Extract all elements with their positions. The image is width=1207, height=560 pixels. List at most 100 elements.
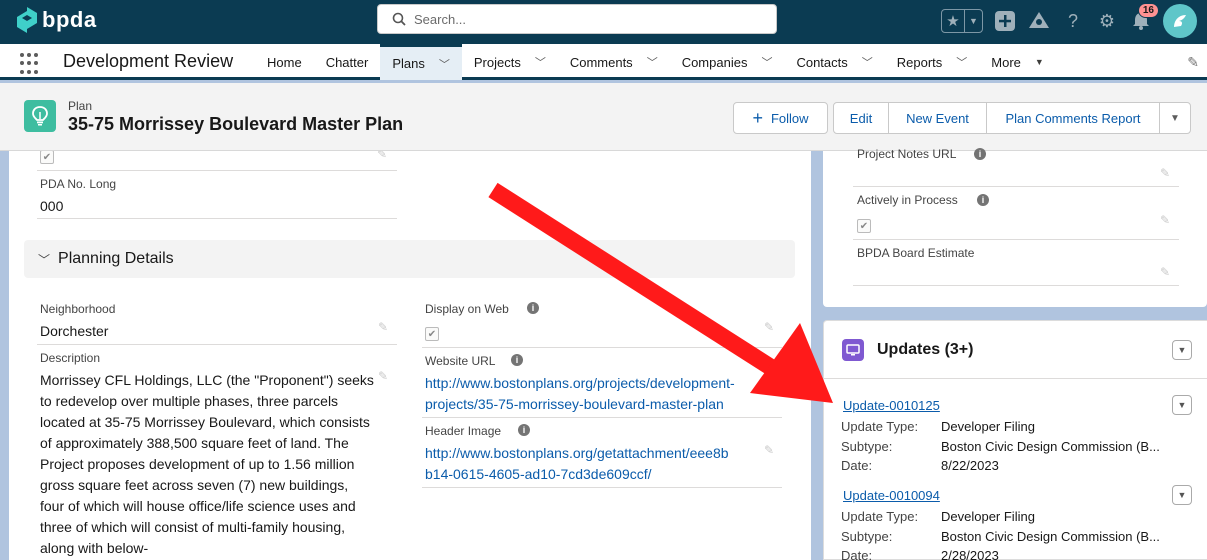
description-label: Description — [40, 351, 101, 365]
pencil-icon[interactable]: ✎ — [378, 320, 388, 334]
chevron-down-icon[interactable]: ﹀ — [761, 54, 772, 70]
date-value: 8/22/2023 — [941, 458, 999, 473]
nav-tab-plans[interactable]: Plans ﹀ — [380, 44, 462, 80]
update-row-menu-caret-icon[interactable]: ▼ — [1172, 395, 1192, 415]
add-icon[interactable] — [993, 9, 1017, 33]
nav-tab-projects[interactable]: Projects ﹀ — [462, 44, 558, 80]
nav-tab-label: Chatter — [325, 54, 369, 70]
section-title: Planning Details — [58, 250, 174, 267]
header-utility-icons: ★ ▼ ? ⚙ 16 — [941, 3, 1197, 38]
divider — [37, 218, 397, 219]
updates-title[interactable]: Updates (3+) — [877, 341, 973, 359]
more-actions-caret-icon[interactable]: ▼ — [1159, 102, 1191, 134]
info-icon[interactable]: i — [511, 354, 523, 366]
info-icon[interactable]: i — [977, 194, 989, 206]
favorites-caret-icon[interactable]: ▼ — [965, 10, 982, 32]
info-icon[interactable]: i — [527, 302, 539, 314]
project-notes-url-label: Project Notes URL — [857, 147, 957, 161]
date-label: Date: — [841, 548, 873, 560]
chevron-down-icon[interactable]: ﹀ — [535, 54, 546, 70]
user-avatar-icon[interactable] — [1163, 4, 1197, 38]
header-image-label: Header Image — [425, 424, 502, 438]
nav-tab-contacts[interactable]: Contacts ﹀ — [784, 44, 884, 80]
neighborhood-value: Dorchester — [40, 323, 109, 339]
plus-icon: + — [752, 107, 763, 128]
nav-tab-label: Projects — [473, 54, 521, 70]
updates-menu-caret-icon[interactable]: ▼ — [1172, 340, 1192, 360]
caret-down-icon: ▼ — [1034, 57, 1044, 67]
pda-no-long-label: PDA No. Long — [40, 177, 117, 191]
global-header: bpda ★ ▼ ? ⚙ 16 — [0, 0, 1207, 44]
help-icon[interactable]: ? — [1061, 9, 1085, 33]
bpda-logo[interactable]: bpda — [16, 6, 97, 34]
new-event-button[interactable]: New Event — [888, 102, 987, 134]
actively-in-process-checkbox: ✔ — [857, 219, 871, 233]
website-url-label: Website URL — [425, 354, 496, 368]
app-launcher-icon[interactable] — [20, 53, 42, 75]
nav-tab-more[interactable]: More ▼ — [979, 44, 1056, 80]
notifications-bell-icon[interactable]: 16 — [1129, 3, 1159, 33]
checkbox-top: ✔ — [40, 151, 54, 164]
record-title: 35-75 Morrissey Boulevard Master Plan — [68, 114, 404, 134]
planning-details-section-header[interactable]: ﹀ Planning Details — [24, 240, 795, 278]
nav-tab-home[interactable]: Home — [255, 44, 314, 80]
nav-tab-label: More — [991, 54, 1021, 70]
search-icon — [392, 12, 406, 26]
update-link[interactable]: Update-0010125 — [843, 398, 940, 413]
nav-tab-chatter[interactable]: Chatter — [314, 44, 381, 80]
update-type-label: Update Type: — [841, 419, 919, 434]
divider — [853, 239, 1179, 240]
plan-record-icon — [24, 100, 56, 132]
subtype-value: Boston Civic Design Commission (B... — [941, 529, 1160, 544]
edit-nav-pencil-icon[interactable]: ✎ — [1187, 54, 1199, 71]
plan-comments-report-button[interactable]: Plan Comments Report — [986, 102, 1160, 134]
logo-text: bpda — [42, 7, 97, 32]
header-image-link-line1[interactable]: http://www.bostonplans.org/getattachment… — [425, 443, 729, 464]
nav-tab-comments[interactable]: Comments ﹀ — [558, 44, 670, 80]
global-search[interactable] — [377, 4, 777, 34]
notification-count-badge: 16 — [1137, 3, 1159, 18]
description-value: Morrissey CFL Holdings, LLC (the "Propon… — [40, 372, 374, 556]
pencil-icon[interactable]: ✎ — [1160, 213, 1170, 227]
neighborhood-label: Neighborhood — [40, 302, 116, 316]
favorites-star-icon[interactable]: ★ — [942, 10, 965, 32]
edit-button[interactable]: Edit — [833, 102, 889, 134]
nav-tabs: Home Chatter Plans ﹀ Projects ﹀ Comments ﹀ … — [255, 44, 1056, 80]
display-on-web-label: Display on Web — [425, 302, 509, 316]
pencil-icon[interactable]: ✎ — [1160, 265, 1170, 279]
trailhead-icon[interactable] — [1027, 9, 1051, 33]
nav-tab-companies[interactable]: Companies ﹀ — [670, 44, 785, 80]
chevron-down-icon: ﹀ — [38, 252, 51, 267]
pencil-icon[interactable]: ✎ — [764, 320, 774, 334]
follow-button[interactable]: + Follow — [733, 102, 828, 134]
subtype-label: Subtype: — [841, 439, 893, 454]
subtype-value: Boston Civic Design Commission (B... — [941, 439, 1160, 454]
info-icon[interactable]: i — [518, 424, 530, 436]
website-url-link-line1[interactable]: http://www.bostonplans.org/projects/deve… — [425, 373, 735, 394]
pencil-icon[interactable]: ✎ — [377, 151, 387, 161]
date-label: Date: — [841, 458, 873, 473]
info-icon[interactable]: i — [974, 148, 986, 160]
divider — [37, 344, 397, 345]
nav-tab-reports[interactable]: Reports ﹀ — [885, 44, 980, 80]
pencil-icon[interactable]: ✎ — [1160, 166, 1170, 180]
nav-tab-label: Plans — [392, 56, 425, 71]
search-input[interactable] — [414, 11, 754, 27]
update-type-value: Developer Filing — [941, 509, 1035, 524]
updates-related-list: Updates (3+) ▼ Update-0010125 ▼ Update T… — [823, 320, 1207, 560]
chevron-down-icon[interactable]: ﹀ — [647, 54, 658, 70]
pencil-icon[interactable]: ✎ — [378, 369, 388, 383]
update-row-menu-caret-icon[interactable]: ▼ — [1172, 485, 1192, 505]
chevron-down-icon[interactable]: ﹀ — [439, 56, 450, 72]
setup-gear-icon[interactable]: ⚙ — [1095, 9, 1119, 33]
chevron-down-icon[interactable]: ﹀ — [862, 54, 873, 70]
nav-tab-label: Home — [267, 54, 302, 70]
divider — [853, 285, 1179, 286]
chevron-down-icon[interactable]: ﹀ — [956, 54, 967, 70]
header-image-link-line2[interactable]: b14-0615-4605-ad10-7cd3de609ccf/ — [425, 464, 652, 485]
website-url-link-line2[interactable]: projects/35-75-morrissey-boulevard-maste… — [425, 394, 724, 415]
update-link[interactable]: Update-0010094 — [843, 488, 940, 503]
nav-tab-label: Comments — [569, 54, 633, 70]
divider — [422, 487, 782, 488]
pencil-icon[interactable]: ✎ — [764, 443, 774, 457]
